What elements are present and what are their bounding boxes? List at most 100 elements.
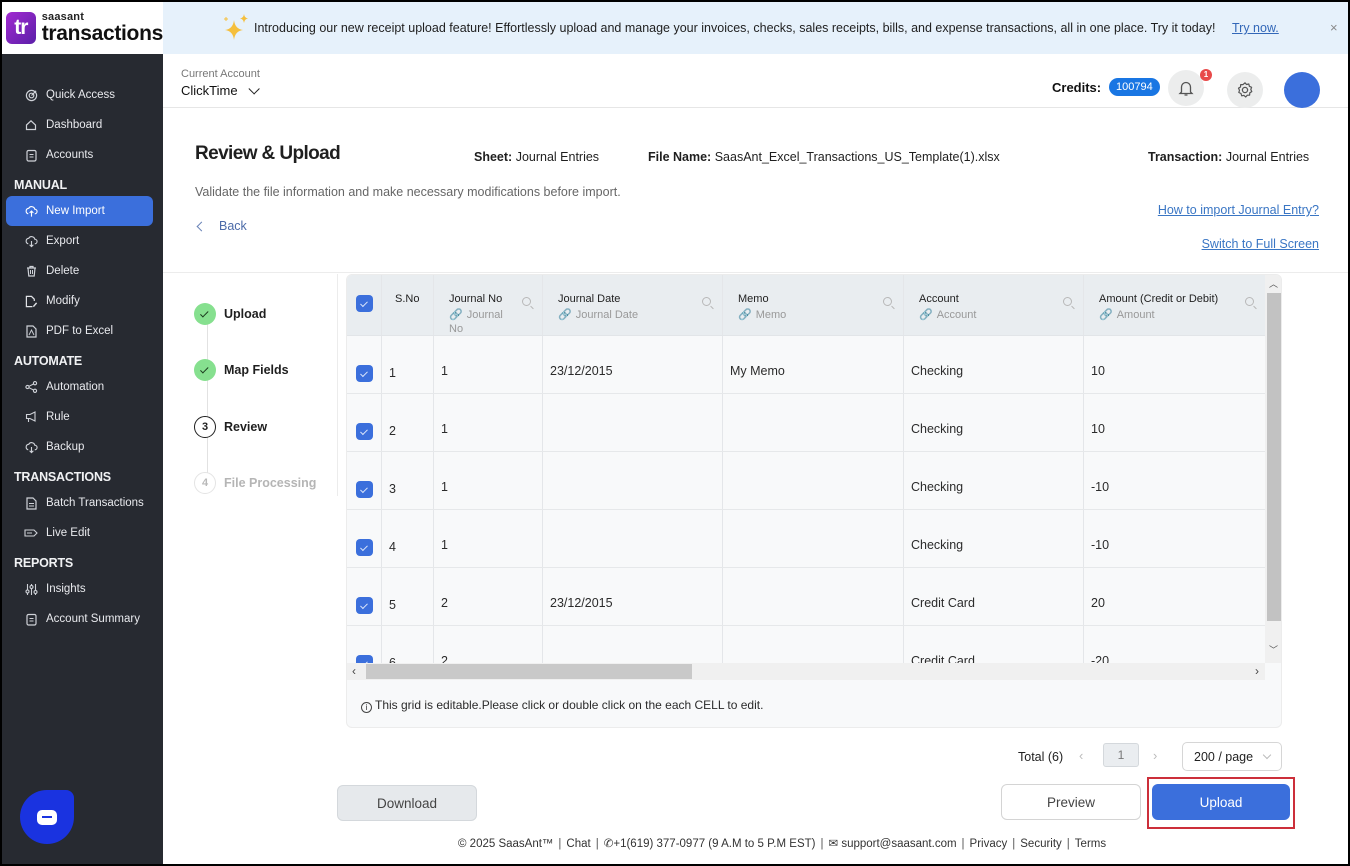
cell-account[interactable]: Checking	[904, 510, 1084, 567]
cell-journal-no[interactable]: 1	[434, 336, 543, 393]
scroll-down-icon[interactable]: ﹀	[1269, 643, 1278, 656]
settings-button[interactable]	[1227, 72, 1263, 108]
sidebar-item-automation[interactable]: Automation	[6, 372, 153, 402]
cell-journal-date[interactable]: 23/12/2015	[543, 336, 723, 393]
link-icon: 🔗	[1099, 309, 1113, 321]
close-icon[interactable]: ×	[1330, 20, 1338, 35]
privacy-link[interactable]: Privacy	[970, 838, 1008, 850]
account-selector[interactable]: ClickTime	[181, 83, 256, 98]
cell-amount[interactable]: 10	[1084, 336, 1265, 393]
sidebar-item-batch-transactions[interactable]: Batch Transactions	[6, 488, 153, 518]
cell-journal-date[interactable]	[543, 510, 723, 567]
search-icon[interactable]	[702, 297, 711, 306]
cell-amount[interactable]: -10	[1084, 510, 1265, 567]
page-size-select[interactable]: 200 / page	[1182, 742, 1282, 771]
cell-sno[interactable]: 4	[382, 510, 434, 567]
back-button[interactable]: Back	[198, 219, 247, 233]
cell-journal-date[interactable]	[543, 626, 723, 663]
sidebar-item-new-import[interactable]: New Import	[6, 196, 153, 226]
cell-amount[interactable]: -20	[1084, 626, 1265, 663]
row-checkbox[interactable]	[356, 655, 373, 663]
scrollbar-thumb[interactable]	[366, 664, 692, 679]
cell-account[interactable]: Checking	[904, 452, 1084, 509]
row-checkbox[interactable]	[356, 365, 373, 382]
sidebar-item-quick-access[interactable]: Quick Access	[6, 80, 153, 110]
search-icon[interactable]	[883, 297, 892, 306]
sidebar-item-account-summary[interactable]: Account Summary	[6, 604, 153, 634]
scroll-right-icon[interactable]: ›	[1255, 664, 1259, 678]
search-icon[interactable]	[1063, 297, 1072, 306]
full-screen-link[interactable]: Switch to Full Screen	[1202, 237, 1319, 251]
how-to-import-link[interactable]: How to import Journal Entry?	[1158, 203, 1319, 217]
sidebar-item-accounts[interactable]: Accounts	[6, 140, 153, 170]
sidebar-item-insights[interactable]: Insights	[6, 574, 153, 604]
chat-link[interactable]: Chat	[566, 838, 590, 850]
cell-account[interactable]: Checking	[904, 336, 1084, 393]
cell-amount[interactable]: -10	[1084, 452, 1265, 509]
sidebar-item-dashboard[interactable]: Dashboard	[6, 110, 153, 140]
header-memo: Memo 🔗Memo	[723, 275, 904, 335]
select-all-checkbox[interactable]	[356, 295, 373, 312]
cell-memo[interactable]	[723, 452, 904, 509]
cell-account[interactable]: Checking	[904, 394, 1084, 451]
cell-account[interactable]: Credit Card	[904, 568, 1084, 625]
scroll-left-icon[interactable]: ‹	[352, 664, 356, 678]
sidebar-item-rule[interactable]: Rule	[6, 402, 153, 432]
cell-journal-no[interactable]: 2	[434, 626, 543, 663]
cell-journal-date[interactable]: 23/12/2015	[543, 568, 723, 625]
cell-memo[interactable]: My Memo	[723, 336, 904, 393]
chat-button[interactable]	[20, 790, 74, 844]
support-email-link[interactable]: support@saasant.com	[841, 838, 956, 850]
sidebar-item-backup[interactable]: Backup	[6, 432, 153, 462]
search-icon[interactable]	[1245, 297, 1254, 306]
logo[interactable]: tr saasant transactions	[2, 2, 163, 54]
sidebar-item-modify[interactable]: Modify	[6, 286, 153, 316]
notifications-button[interactable]	[1168, 70, 1204, 106]
scrollbar-thumb[interactable]	[1267, 293, 1281, 621]
cell-memo[interactable]	[723, 510, 904, 567]
cell-account[interactable]: Credit Card	[904, 626, 1084, 663]
cell-journal-no[interactable]: 2	[434, 568, 543, 625]
cell-memo[interactable]	[723, 394, 904, 451]
cell-journal-no[interactable]: 1	[434, 452, 543, 509]
sidebar-item-export[interactable]: Export	[6, 226, 153, 256]
row-checkbox[interactable]	[356, 423, 373, 440]
cell-sno[interactable]: 3	[382, 452, 434, 509]
preview-button[interactable]: Preview	[1001, 784, 1141, 820]
scroll-up-icon[interactable]: ︿	[1269, 277, 1278, 290]
row-checkbox[interactable]	[356, 539, 373, 556]
cell-value: 5	[389, 598, 396, 612]
cell-value: 2	[441, 596, 448, 610]
cell-amount[interactable]: 20	[1084, 568, 1265, 625]
cell-journal-date[interactable]	[543, 452, 723, 509]
column-title: Account	[919, 293, 959, 305]
cell-memo[interactable]	[723, 568, 904, 625]
cell-sno[interactable]: 5	[382, 568, 434, 625]
next-page-button[interactable]: ›	[1153, 748, 1157, 763]
search-icon[interactable]	[522, 297, 531, 306]
horizontal-scrollbar[interactable]: ‹ ›	[347, 663, 1265, 680]
upload-button[interactable]: Upload	[1152, 784, 1290, 820]
row-checkbox[interactable]	[356, 481, 373, 498]
sidebar-item-delete[interactable]: Delete	[6, 256, 153, 286]
cell-amount[interactable]: 10	[1084, 394, 1265, 451]
row-checkbox[interactable]	[356, 597, 373, 614]
sidebar-item-pdf-to-excel[interactable]: PDF to Excel	[6, 316, 153, 346]
cell-memo[interactable]	[723, 626, 904, 663]
user-avatar[interactable]	[1284, 72, 1320, 108]
page-number[interactable]: 1	[1103, 743, 1139, 767]
terms-link[interactable]: Terms	[1075, 838, 1106, 850]
prev-page-button[interactable]: ‹	[1079, 748, 1083, 763]
cell-sno[interactable]: 6	[382, 626, 434, 663]
cell-journal-no[interactable]: 1	[434, 394, 543, 451]
cell-journal-no[interactable]: 1	[434, 510, 543, 567]
cell-sno[interactable]: 2	[382, 394, 434, 451]
column-title: Amount (Credit or Debit)	[1099, 293, 1218, 305]
vertical-scrollbar[interactable]: ︿ ﹀	[1265, 275, 1282, 663]
cell-sno[interactable]: 1	[382, 336, 434, 393]
security-link[interactable]: Security	[1020, 838, 1062, 850]
download-button[interactable]: Download	[337, 785, 477, 821]
sidebar-item-live-edit[interactable]: Live Edit	[6, 518, 153, 548]
try-now-link[interactable]: Try now.	[1232, 21, 1279, 35]
cell-journal-date[interactable]	[543, 394, 723, 451]
